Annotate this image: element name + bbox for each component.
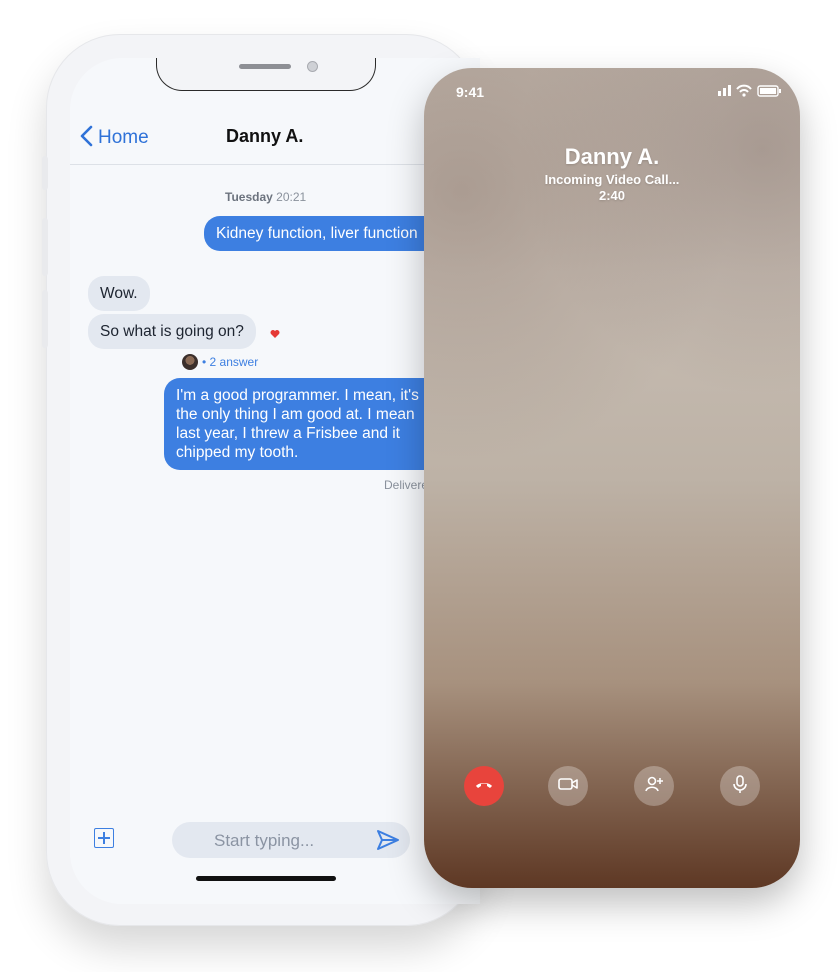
plus-square-icon[interactable] <box>94 828 114 848</box>
status-bar: 9:41 <box>424 68 800 108</box>
incoming-message[interactable]: So what is going on? <box>88 314 256 349</box>
wifi-icon <box>736 84 752 97</box>
end-call-icon <box>473 773 495 800</box>
add-participant-button[interactable] <box>634 766 674 806</box>
timestamp-day: Tuesday <box>225 190 273 204</box>
message-line: the only thing I am good at. I mean <box>176 406 415 423</box>
call-timer: 2:40 <box>598 188 626 203</box>
notch <box>156 58 376 91</box>
call-status: Incoming Video Call... <box>544 172 680 187</box>
end-call-button[interactable] <box>464 766 504 806</box>
send-icon[interactable] <box>376 829 400 851</box>
microphone-icon <box>729 773 751 800</box>
status-time: 9:41 <box>456 84 485 100</box>
heart-icon <box>270 326 280 338</box>
chevron-left-icon <box>78 124 96 153</box>
back-label: Home <box>98 127 149 148</box>
message-timestamp: Tuesday 20:21 <box>225 190 306 204</box>
reply-count: • 2 answer <box>202 355 259 369</box>
message-line: last year, I threw a Frisbee and it <box>176 425 400 442</box>
video-call-screen: 9:41 Danny A. Incoming Video Call... 2:4… <box>424 68 800 888</box>
message-line: chipped my tooth. <box>176 444 299 461</box>
chat-header: Home Danny A. <box>70 118 480 165</box>
status-icons <box>718 84 781 97</box>
battery-icon <box>757 85 781 97</box>
outgoing-message[interactable]: I'm a good programmer. I mean, it's the … <box>164 378 431 470</box>
message-input-container <box>172 822 410 860</box>
message-composer <box>70 814 480 904</box>
chat-title: Danny A. <box>226 126 304 146</box>
speaker <box>239 64 291 69</box>
video-toggle-button[interactable] <box>548 766 588 806</box>
caller-name: Danny A. <box>564 144 660 169</box>
back-button[interactable]: Home <box>78 124 149 152</box>
message-line: I'm a good programmer. I mean, it's <box>176 387 419 404</box>
video-icon <box>557 773 579 800</box>
add-person-icon <box>643 773 665 800</box>
caller-info: Danny A. Incoming Video Call... 2:40 <box>424 144 800 203</box>
outgoing-message[interactable]: Kidney function, liver function <box>204 216 430 251</box>
incoming-message[interactable]: Wow. <box>88 276 150 311</box>
phone-side-button <box>42 290 48 348</box>
signal-icon <box>718 85 731 96</box>
phone-side-button <box>42 156 48 190</box>
chat-screen: Home Danny A. Tuesday 20:21 Kidney funct… <box>70 58 480 904</box>
home-indicator <box>196 876 336 881</box>
front-camera <box>307 61 318 72</box>
mute-button[interactable] <box>720 766 760 806</box>
avatar <box>182 354 198 370</box>
thread-replies[interactable]: • 2 answer <box>182 354 258 370</box>
phone-side-button <box>42 218 48 276</box>
message-input[interactable] <box>212 822 366 860</box>
call-controls <box>424 766 800 814</box>
timestamp-time: 20:21 <box>276 190 307 204</box>
